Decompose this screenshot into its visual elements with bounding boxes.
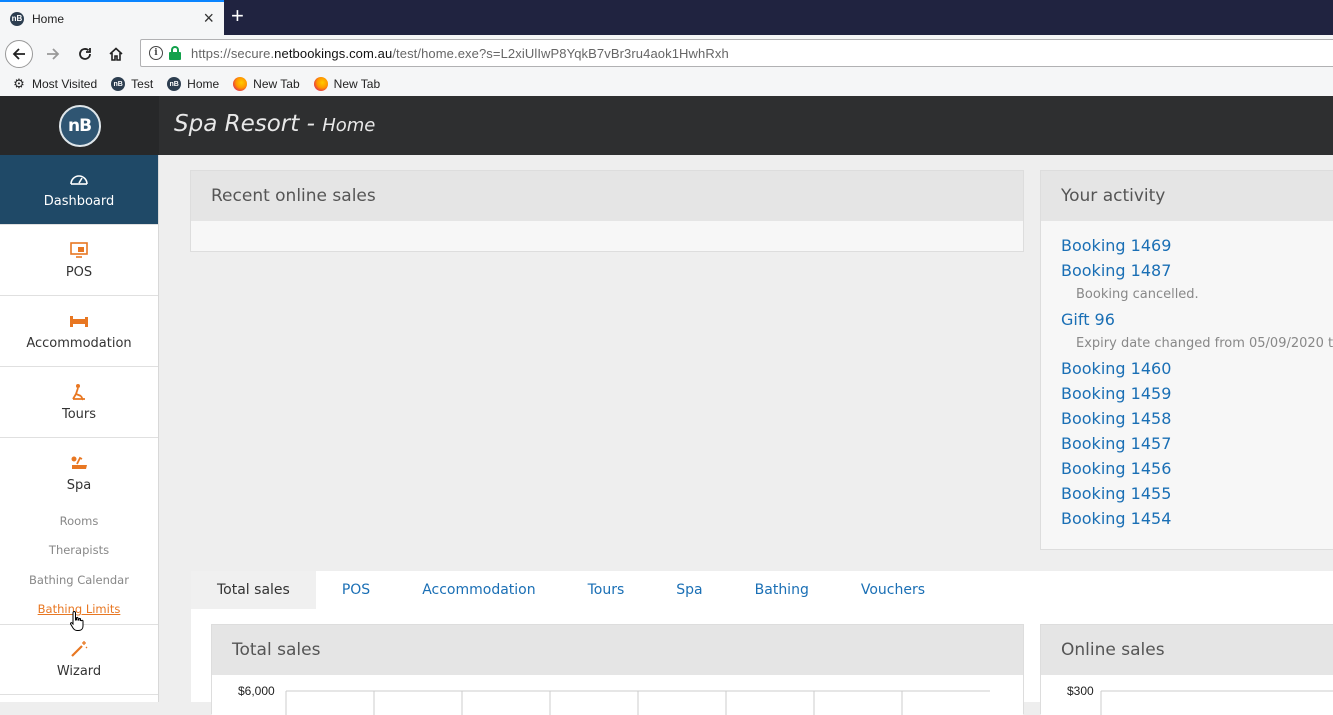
panel-title: Recent online sales (191, 171, 1023, 221)
sidebar-item-wizard[interactable]: Wizard (0, 624, 158, 695)
sidebar-subitem-bathing-calendar[interactable]: Bathing Calendar (0, 573, 158, 587)
browser-tab-title: Home (32, 11, 65, 26)
sidebar-item-accommodation[interactable]: Accommodation (0, 296, 158, 367)
chart-area: $300 (1041, 675, 1333, 715)
bookmark-most-visited[interactable]: ⚙ Most Visited (12, 76, 97, 91)
lock-icon[interactable] (169, 46, 181, 60)
home-button[interactable] (102, 40, 130, 68)
arrow-right-icon (47, 48, 60, 60)
sidebar-item-label: Tours (61, 406, 97, 422)
logo-area[interactable]: nB (0, 96, 159, 155)
netbookings-icon: nB (111, 77, 126, 91)
netbookings-logo[interactable]: nB (58, 104, 101, 147)
magic-wand-icon (68, 640, 90, 658)
bookmark-new-tab[interactable]: New Tab (233, 77, 300, 91)
bookmark-test[interactable]: nB Test (111, 77, 153, 91)
activity-link[interactable]: Booking 1487 (1061, 258, 1333, 283)
recent-online-sales-panel: Recent online sales (190, 170, 1024, 252)
total-sales-panel: Total sales $6,000 (211, 624, 1024, 715)
browser-tab-home[interactable]: nB Home × (0, 0, 224, 35)
address-bar[interactable]: i https://secure.netbookings.com.au/test… (140, 39, 1333, 67)
pos-icon (68, 241, 90, 259)
hiker-icon (68, 383, 90, 401)
home-icon (109, 47, 123, 61)
activity-link[interactable]: Booking 1455 (1061, 481, 1333, 506)
activity-note: Expiry date changed from 05/09/2020 to (1076, 336, 1333, 351)
activity-link[interactable]: Booking 1460 (1061, 356, 1333, 381)
tab-pos[interactable]: POS (316, 571, 396, 609)
firefox-icon (313, 77, 328, 91)
activity-link[interactable]: Booking 1454 (1061, 506, 1333, 531)
sidebar-item-spa[interactable]: Spa (0, 438, 158, 509)
netbookings-favicon-icon: nB (10, 11, 24, 26)
activity-link[interactable]: Booking 1458 (1061, 406, 1333, 431)
back-button[interactable] (5, 40, 33, 68)
bookmark-new-tab[interactable]: New Tab (313, 77, 380, 91)
sidebar-subitem-rooms[interactable]: Rooms (0, 514, 158, 528)
panel-title: Total sales (212, 625, 1023, 675)
arrow-left-icon (12, 48, 25, 60)
sidebar-item-label: Dashboard (43, 194, 115, 209)
firefox-icon (233, 77, 248, 91)
sidebar-item-dashboard[interactable]: Dashboard (0, 155, 158, 225)
tab-spa[interactable]: Spa (650, 571, 728, 609)
tab-bathing[interactable]: Bathing (729, 571, 835, 609)
netbookings-icon: nB (167, 77, 182, 91)
speedometer-icon (68, 170, 90, 188)
tab-tours[interactable]: Tours (562, 571, 651, 609)
activity-link[interactable]: Booking 1457 (1061, 431, 1333, 456)
forward-button[interactable] (39, 40, 67, 68)
reload-button[interactable] (71, 40, 99, 68)
url-text[interactable]: https://secure.netbookings.com.au/test/h… (191, 46, 729, 61)
massage-icon (68, 454, 90, 472)
activity-list: Booking 1469 Booking 1487 Booking cancel… (1041, 221, 1333, 531)
chart-area: $6,000 (212, 675, 1023, 715)
gear-icon: ⚙ (13, 76, 25, 91)
activity-link[interactable]: Booking 1469 (1061, 233, 1333, 258)
bookmark-home[interactable]: nB Home (167, 77, 219, 91)
hand-pointer-icon (69, 610, 84, 631)
page-title: Spa Resort - Home (174, 111, 376, 137)
sidebar-item-label: POS (65, 264, 93, 280)
chart-grid (285, 690, 990, 715)
info-icon[interactable]: i (149, 46, 163, 60)
new-tab-button[interactable]: + (231, 3, 244, 29)
tab-accommodation[interactable]: Accommodation (396, 571, 561, 609)
panel-title: Your activity (1041, 171, 1333, 221)
browser-navbar: i https://secure.netbookings.com.au/test… (0, 35, 1333, 72)
url-domain: netbookings.com.au (274, 45, 393, 61)
sidebar-item-label: Accommodation (26, 335, 132, 351)
sidebar-item-label: Spa (66, 478, 92, 493)
reload-icon (79, 48, 91, 60)
activity-link[interactable]: Gift 96 (1061, 307, 1333, 332)
sidebar-item-label: Wizard (56, 664, 102, 679)
bed-icon (68, 312, 90, 330)
tab-total-sales[interactable]: Total sales (191, 571, 316, 609)
sales-tabs: Total sales POS Accommodation Tours Spa … (191, 571, 1333, 609)
activity-link[interactable]: Booking 1459 (1061, 381, 1333, 406)
app-header: nB Spa Resort - Home (0, 96, 1333, 155)
online-sales-panel: Online sales $300 (1040, 624, 1333, 715)
panel-title: Online sales (1041, 625, 1333, 675)
activity-note: Booking cancelled. (1076, 287, 1199, 302)
activity-link[interactable]: Booking 1456 (1061, 456, 1333, 481)
tab-vouchers[interactable]: Vouchers (835, 571, 951, 609)
sidebar-item-tours[interactable]: Tours (0, 367, 158, 438)
bookmarks-toolbar: ⚙ Most Visited nB Test nB Home New Tab N… (0, 72, 1333, 96)
sidebar-subitem-therapists[interactable]: Therapists (0, 543, 158, 557)
sidebar-item-pos[interactable]: POS (0, 225, 158, 296)
browser-tabstrip: nB Home × + (0, 0, 1333, 35)
close-tab-icon[interactable]: × (203, 8, 214, 28)
your-activity-panel: Your activity Booking 1469 Booking 1487 … (1040, 170, 1333, 550)
chart-grid (1100, 690, 1333, 715)
